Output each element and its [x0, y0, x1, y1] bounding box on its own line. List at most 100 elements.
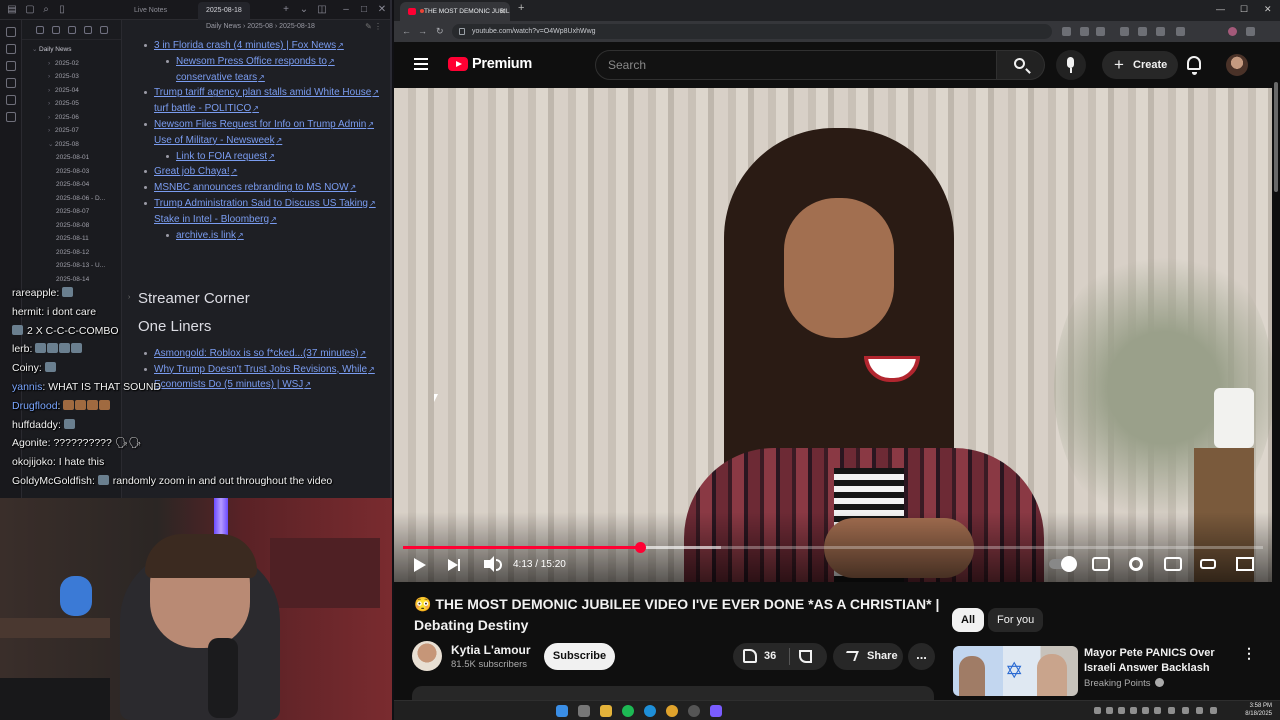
tree-item[interactable]: › 2025-04: [22, 84, 121, 98]
browser-tab[interactable]: THE MOST DEMONIC JUBIL ✕: [400, 2, 510, 21]
chat-username[interactable]: huffdaddy: [12, 419, 58, 431]
minimize-button[interactable]: —: [1216, 4, 1225, 14]
chevron-right-icon[interactable]: ›: [48, 57, 55, 71]
tray-icon-7[interactable]: [1168, 707, 1175, 714]
close-icon[interactable]: ✕: [376, 4, 388, 16]
new-tab-icon[interactable]: +: [280, 4, 292, 16]
note-link[interactable]: conservative tears↗: [176, 70, 265, 85]
note-link[interactable]: Stake in Intel - Bloomberg↗: [154, 212, 277, 227]
chevron-down-icon[interactable]: ⌄: [32, 43, 39, 57]
tree-item[interactable]: 2025-08-04: [22, 178, 121, 192]
tray-icon-4[interactable]: [1130, 707, 1137, 714]
share-button[interactable]: Share: [833, 643, 903, 670]
graph-icon[interactable]: [5, 44, 16, 54]
extension-1-icon[interactable]: [1120, 27, 1129, 36]
chevron-right-icon[interactable]: ›: [48, 124, 55, 138]
tray-icon-5[interactable]: [1142, 707, 1149, 714]
next-icon[interactable]: [448, 559, 460, 571]
folder-icon[interactable]: [600, 705, 612, 717]
youtube-logo-icon[interactable]: [448, 57, 468, 71]
tree-item[interactable]: › 2025-05: [22, 97, 121, 111]
like-count[interactable]: 36: [764, 643, 776, 670]
thumbs-down-icon[interactable]: [799, 650, 812, 663]
volume-tray-icon[interactable]: [1196, 707, 1203, 714]
video-player[interactable]: 4:13 / 15:20: [394, 88, 1272, 582]
tree-item[interactable]: 2025-08-01: [22, 151, 121, 165]
close-panel-icon[interactable]: [100, 26, 108, 34]
close-button[interactable]: ✕: [1264, 4, 1272, 15]
tray-icon-3[interactable]: [1118, 707, 1125, 714]
chrome-icon[interactable]: [666, 705, 678, 717]
chevron-right-icon[interactable]: ›: [48, 70, 55, 84]
chat-username[interactable]: rareapple: [12, 287, 56, 299]
create-button[interactable]: + Create: [1102, 51, 1178, 79]
new-note-icon[interactable]: [36, 26, 44, 34]
note-link[interactable]: Use of Military - Newsweek↗: [154, 133, 282, 148]
tree-item[interactable]: › 2025-06: [22, 111, 121, 125]
note-link[interactable]: Trump Administration Said to Discuss US …: [154, 196, 376, 211]
note-link[interactable]: turf battle - POLITICO↗: [154, 101, 259, 116]
minimize-icon[interactable]: –: [340, 4, 352, 16]
tray-icon-6[interactable]: [1154, 707, 1161, 714]
zoom-icon[interactable]: [1080, 27, 1089, 36]
theater-mode-icon[interactable]: [1200, 559, 1216, 569]
daily-note-icon[interactable]: [5, 78, 16, 88]
collapse-icon[interactable]: [84, 26, 92, 34]
template-icon[interactable]: [5, 95, 16, 105]
chat-username[interactable]: Agonite: [12, 437, 48, 449]
tab-live-notes[interactable]: Live Notes: [126, 2, 175, 20]
new-tab-button[interactable]: +: [518, 2, 524, 14]
chevron-down-icon[interactable]: ⌄: [48, 138, 55, 152]
canvas-icon[interactable]: [5, 61, 16, 71]
tab-close-icon[interactable]: ✕: [499, 2, 506, 21]
tray-icon-1[interactable]: [1094, 707, 1101, 714]
chat-username[interactable]: Drugflood: [12, 400, 58, 412]
chip-for-you[interactable]: For you: [988, 608, 1044, 632]
tree-item[interactable]: › 2025-03: [22, 70, 121, 84]
fullscreen-icon[interactable]: [1236, 557, 1254, 571]
obsidian-icon[interactable]: [710, 705, 722, 717]
bookmark-icon[interactable]: ▯: [56, 4, 68, 16]
page-scrollbar[interactable]: [1272, 42, 1280, 720]
forward-icon[interactable]: →: [418, 26, 427, 36]
miniplayer-icon[interactable]: [1164, 557, 1182, 571]
recommended-channel[interactable]: Breaking Points: [1084, 678, 1164, 689]
tree-item[interactable]: › 2025-07: [22, 124, 121, 138]
tree-item[interactable]: ⌄ 2025-08: [22, 138, 121, 152]
chevron-right-icon[interactable]: ›: [48, 97, 55, 111]
tree-item[interactable]: ⌄ Daily News: [22, 43, 121, 57]
recommended-more-button[interactable]: ⋮: [1242, 646, 1256, 660]
tree-item[interactable]: 2025-08-06 - D...: [22, 192, 121, 206]
new-folder-icon[interactable]: [52, 26, 60, 34]
extensions-icon[interactable]: [1176, 27, 1185, 36]
battery-icon[interactable]: [1210, 707, 1217, 714]
menu-icon[interactable]: [414, 58, 428, 70]
profile-icon[interactable]: [1228, 27, 1237, 36]
note-link[interactable]: Newsom Files Request for Info on Trump A…: [154, 117, 374, 132]
tab-2025-08-18[interactable]: 2025-08-18: [198, 2, 250, 20]
chat-username[interactable]: Coiny: [12, 362, 39, 374]
note-actions[interactable]: ✎ ⋮: [365, 22, 382, 31]
note-link[interactable]: Trump tariff agency plan stalls amid Whi…: [154, 85, 379, 100]
volume-icon[interactable]: [484, 556, 502, 572]
notifications-bell-icon[interactable]: [1187, 56, 1201, 75]
channel-avatar[interactable]: [412, 641, 442, 671]
spotify-icon[interactable]: [622, 705, 634, 717]
tree-item[interactable]: 2025-08-14: [22, 273, 121, 287]
play-icon[interactable]: [414, 558, 426, 572]
chevron-down-icon[interactable]: ⌄: [298, 4, 310, 16]
chat-username[interactable]: okojijoko: [12, 456, 53, 468]
reload-icon[interactable]: ↻: [436, 26, 444, 37]
tray-icon-2[interactable]: [1106, 707, 1113, 714]
star-icon[interactable]: [1096, 27, 1105, 36]
note-link[interactable]: Great job Chaya!↗: [154, 164, 237, 179]
tree-item[interactable]: 2025-08-07: [22, 205, 121, 219]
note-link[interactable]: archive.is link↗: [176, 228, 244, 243]
tree-item[interactable]: 2025-08-03: [22, 165, 121, 179]
command-icon[interactable]: [5, 112, 16, 122]
chat-username[interactable]: lerb: [12, 343, 30, 355]
maximize-icon[interactable]: □: [358, 4, 370, 16]
captions-icon[interactable]: [1092, 557, 1110, 571]
youtube-premium-wordmark[interactable]: Premium: [472, 56, 532, 72]
site-info-icon[interactable]: [459, 28, 465, 35]
